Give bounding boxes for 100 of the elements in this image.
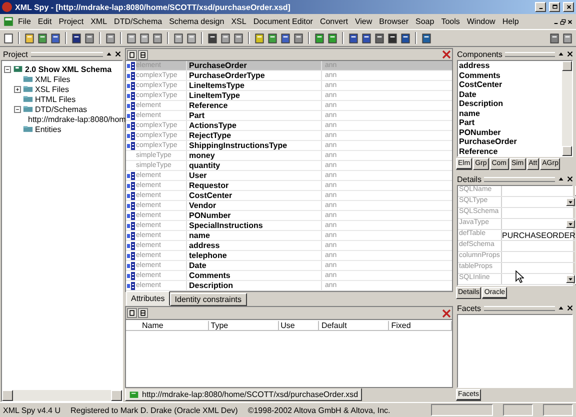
status-text: XML Spy v4.4 U (3, 406, 61, 414)
horizontal-scrollbar[interactable] (2, 390, 122, 401)
dropdown-icon[interactable] (566, 220, 576, 228)
list-item[interactable]: PurchaseOrder (458, 137, 562, 146)
tree-item[interactable]: XML Files (35, 74, 70, 84)
list-item[interactable]: PONumber (458, 128, 562, 137)
close-icon[interactable] (567, 305, 573, 311)
column-header: Use (278, 320, 320, 330)
menu-item[interactable]: XSL (228, 17, 250, 26)
tree-item[interactable]: DTD/Schemas (35, 104, 88, 114)
panel-grip (505, 52, 555, 56)
list-item[interactable]: Comments (458, 70, 562, 80)
close-icon[interactable] (567, 51, 573, 57)
tab[interactable]: Attributes (126, 291, 170, 306)
expand-box-icon[interactable] (14, 86, 21, 92)
component-name: telephone (186, 251, 321, 260)
insert-row-icon[interactable] (127, 50, 137, 60)
collapse-icon[interactable] (558, 176, 564, 182)
menu-item[interactable]: DTD/Schema (111, 17, 166, 26)
menu-item[interactable]: Convert (316, 17, 351, 26)
append-row-icon[interactable] (138, 50, 148, 60)
collapse-icon[interactable] (106, 51, 112, 57)
menu-item[interactable]: Schema design (166, 17, 228, 26)
mouse-pointer-icon (515, 270, 524, 283)
list-item[interactable]: CostCenter (458, 80, 562, 90)
window-title: XML Spy - [http://mdrake-lap:8080/home/SCOTT/xsd/purchaseOrder.xsd] (15, 2, 292, 12)
status-panel (503, 404, 533, 416)
component-name: Part (186, 111, 321, 120)
menu-item[interactable]: View (352, 17, 376, 26)
delete-icon[interactable] (442, 50, 451, 59)
delete-icon[interactable] (442, 308, 451, 318)
tree-item[interactable]: http://mdrake-lap:8080/hom (28, 114, 126, 124)
menu-item[interactable]: Document Editor (250, 17, 316, 26)
component-name: CostCenter (186, 191, 321, 200)
vertical-scrollbar[interactable] (562, 61, 572, 156)
menu-item[interactable]: File (15, 17, 34, 26)
dropdown-icon[interactable] (566, 198, 576, 206)
close-button[interactable] (563, 2, 574, 12)
list-item[interactable]: Date (458, 90, 562, 99)
document-icon[interactable] (3, 16, 14, 27)
menu-item[interactable]: Window (464, 17, 498, 26)
append-row-icon[interactable] (138, 308, 148, 318)
collapse-box-icon[interactable] (14, 106, 21, 112)
list-item[interactable]: Part (458, 118, 562, 128)
menu-item[interactable]: Edit (34, 17, 55, 26)
menu-item[interactable]: Help (499, 17, 522, 26)
maximize-icon (552, 4, 558, 10)
component-name: PurchaseOrder (186, 61, 321, 70)
column-header: Default (319, 320, 390, 330)
dropdown-icon[interactable] (566, 275, 576, 283)
panel-title: Details (457, 174, 482, 184)
component-name: money (186, 151, 321, 160)
collapse-box-icon[interactable] (4, 66, 11, 72)
component-name: User (186, 171, 321, 180)
component-name: Comments (186, 271, 321, 280)
panel-title: Components (457, 50, 502, 58)
column-header: Name (140, 320, 209, 330)
tree-item[interactable]: 2.0 Show XML Schema (25, 64, 112, 74)
panel-grip (484, 306, 555, 310)
menu-item[interactable]: Project (56, 17, 87, 26)
list-item[interactable]: name (458, 108, 562, 118)
collapse-icon[interactable] (558, 305, 564, 311)
tree-item[interactable]: HTML Files (35, 94, 76, 104)
maximize-button[interactable] (549, 2, 560, 12)
status-panel (431, 404, 493, 416)
status-panel (543, 404, 573, 416)
file-icon (129, 390, 139, 398)
restore-icon[interactable] (560, 18, 566, 24)
list-item[interactable]: Description (458, 99, 562, 108)
panel-grip (484, 176, 555, 182)
close-icon[interactable] (567, 18, 573, 24)
component-name: quantity (186, 161, 321, 170)
document-icon[interactable] (50, 32, 61, 44)
component-name: ShippingInstructionsType (186, 141, 321, 150)
column-header: Type (208, 320, 279, 330)
close-icon (566, 4, 572, 10)
project-icon (13, 65, 23, 73)
component-name: SpecialInstructions (186, 221, 321, 230)
tab[interactable]: Identity constraints (170, 293, 246, 306)
tree-item[interactable]: XSL Files (35, 84, 69, 94)
component-name: Reference (186, 101, 321, 110)
tree-item[interactable]: Entities (35, 124, 62, 134)
menu-item[interactable]: Soap (412, 17, 438, 26)
insert-row-icon[interactable] (127, 308, 137, 318)
list-item[interactable]: address (458, 61, 562, 70)
document-icon[interactable] (280, 32, 291, 44)
minimize-button[interactable] (535, 2, 546, 12)
close-icon[interactable] (115, 51, 121, 57)
component-name: Vendor (186, 201, 321, 210)
component-name: PONumber (186, 211, 321, 220)
close-icon[interactable] (567, 176, 573, 182)
component-name: LineItemType (186, 91, 321, 100)
menu-item[interactable]: Browser (376, 17, 412, 26)
app-logo-icon (2, 2, 12, 12)
document-tab[interactable]: http://mdrake-lap:8080/home/SCOTT/xsd/purchaseOrder.xsd (125, 388, 362, 401)
list-item[interactable]: Reference (458, 146, 562, 156)
menu-item[interactable]: XML (88, 17, 110, 26)
new-document-icon[interactable] (3, 32, 14, 44)
collapse-icon[interactable] (558, 51, 564, 57)
menu-item[interactable]: Tools (438, 17, 463, 26)
